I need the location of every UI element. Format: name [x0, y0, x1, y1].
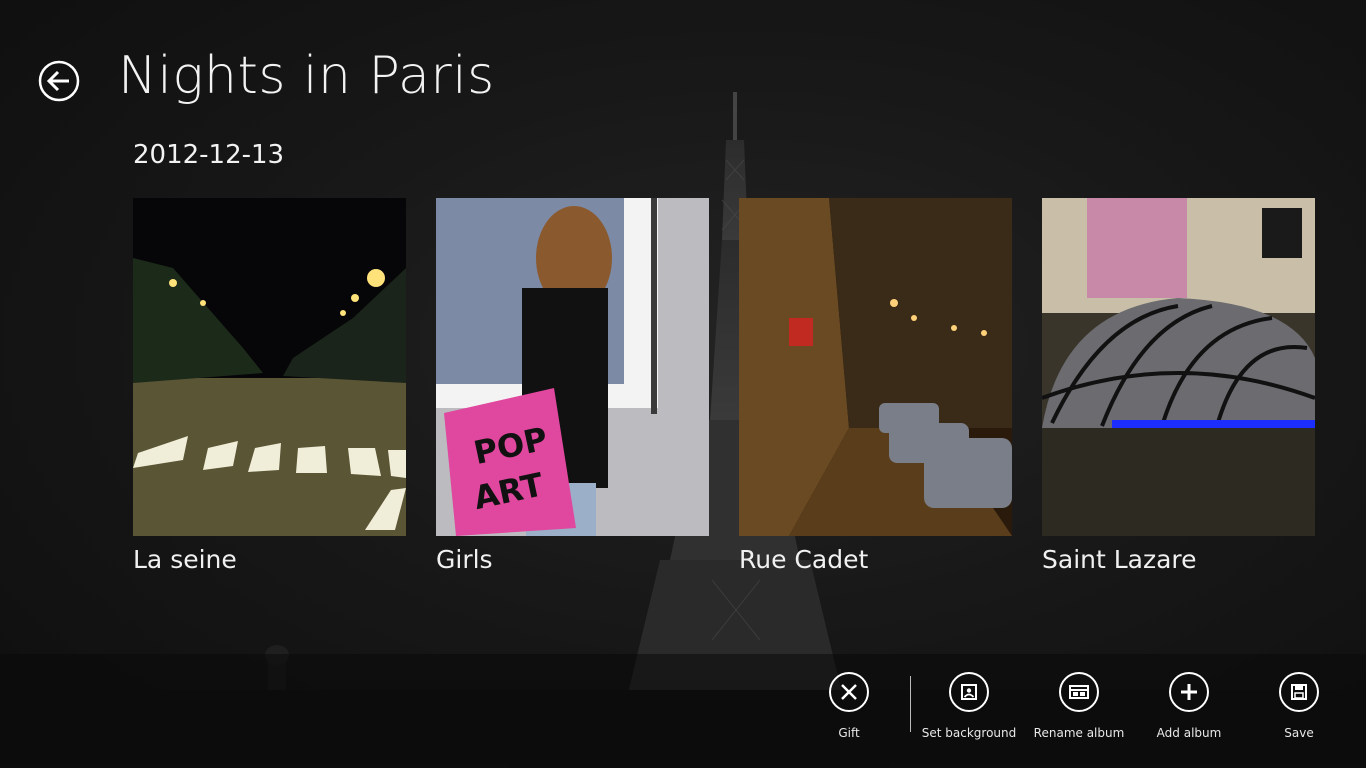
set-background-button[interactable]: Set background [914, 672, 1024, 742]
save-button[interactable]: Save [1244, 672, 1354, 742]
photo-tile-girls[interactable]: POP ART [436, 198, 709, 536]
add-album-label: Add album [1156, 726, 1222, 740]
photo-caption: La seine [133, 545, 237, 574]
photo-girls: POP ART [436, 198, 709, 536]
photo-rue-cadet [739, 198, 1012, 536]
app-bar-separator [910, 676, 911, 732]
album-page: Nights in Paris 2012-12-13 La seine POP … [0, 0, 1366, 768]
rename-album-label: Rename album [1033, 726, 1125, 740]
page-title: Nights in Paris [118, 46, 495, 106]
photo-tile-rue-cadet[interactable] [739, 198, 1012, 536]
group-date-header: 2012-12-13 [133, 140, 285, 170]
photo-la-seine [133, 198, 406, 536]
add-icon [1169, 672, 1209, 712]
photo-tile-la-seine[interactable] [133, 198, 406, 536]
picture-icon [949, 672, 989, 712]
photo-caption: Girls [436, 545, 493, 574]
rename-icon [1059, 672, 1099, 712]
gift-label: Gift [838, 726, 860, 740]
photo-saint-lazare [1042, 198, 1315, 536]
close-x-icon [829, 672, 869, 712]
save-label: Save [1284, 726, 1314, 740]
photo-caption: Saint Lazare [1042, 545, 1197, 574]
save-icon [1279, 672, 1319, 712]
back-arrow-icon [38, 60, 80, 102]
gift-button[interactable]: Gift [794, 672, 904, 742]
photo-caption: Rue Cadet [739, 545, 869, 574]
rename-album-button[interactable]: Rename album [1024, 672, 1134, 742]
photo-tile-saint-lazare[interactable] [1042, 198, 1315, 536]
back-button[interactable] [38, 60, 80, 102]
add-album-button[interactable]: Add album [1134, 672, 1244, 742]
set-background-label: Set background [921, 726, 1017, 740]
